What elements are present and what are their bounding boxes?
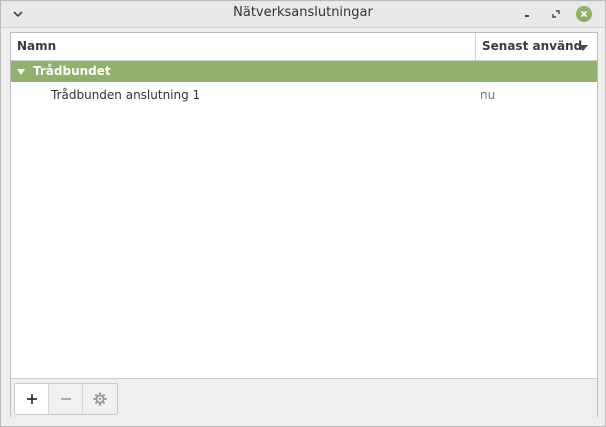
remove-connection-button[interactable] — [49, 384, 83, 414]
maximize-icon[interactable] — [548, 6, 564, 22]
title-bar[interactable]: Nätverksanslutningar — [1, 1, 605, 28]
column-header-last-used-label: Senast använd — [482, 39, 583, 53]
column-header-name[interactable]: Namn — [17, 39, 56, 53]
connections-list: Namn Senast använd Trådbundet Trådbunden… — [10, 32, 598, 417]
sort-descending-icon — [578, 45, 588, 51]
column-header-last-used[interactable]: Senast använd — [476, 33, 597, 60]
add-connection-button[interactable] — [15, 384, 49, 414]
network-connections-window: Nätverksanslutningar Namn Senast använd — [0, 0, 606, 427]
minimize-icon[interactable] — [519, 6, 535, 22]
table-row[interactable]: Trådbunden anslutning 1 nu — [11, 83, 597, 107]
minus-icon — [60, 398, 71, 400]
toolbar-button-group — [14, 383, 118, 415]
table-header: Namn Senast använd — [11, 33, 597, 61]
connection-name: Trådbunden anslutning 1 — [51, 88, 201, 102]
close-icon[interactable] — [576, 6, 592, 22]
expander-arrow-icon[interactable] — [17, 69, 25, 75]
plus-icon — [26, 394, 37, 404]
bottom-toolbar — [11, 378, 597, 417]
window-title: Nätverksanslutningar — [233, 5, 373, 20]
gear-icon — [93, 392, 107, 406]
edit-connection-button[interactable] — [83, 384, 117, 414]
group-label: Trådbundet — [33, 64, 111, 78]
connection-last-used: nu — [480, 88, 496, 102]
group-row-wired[interactable]: Trådbundet — [11, 61, 597, 82]
